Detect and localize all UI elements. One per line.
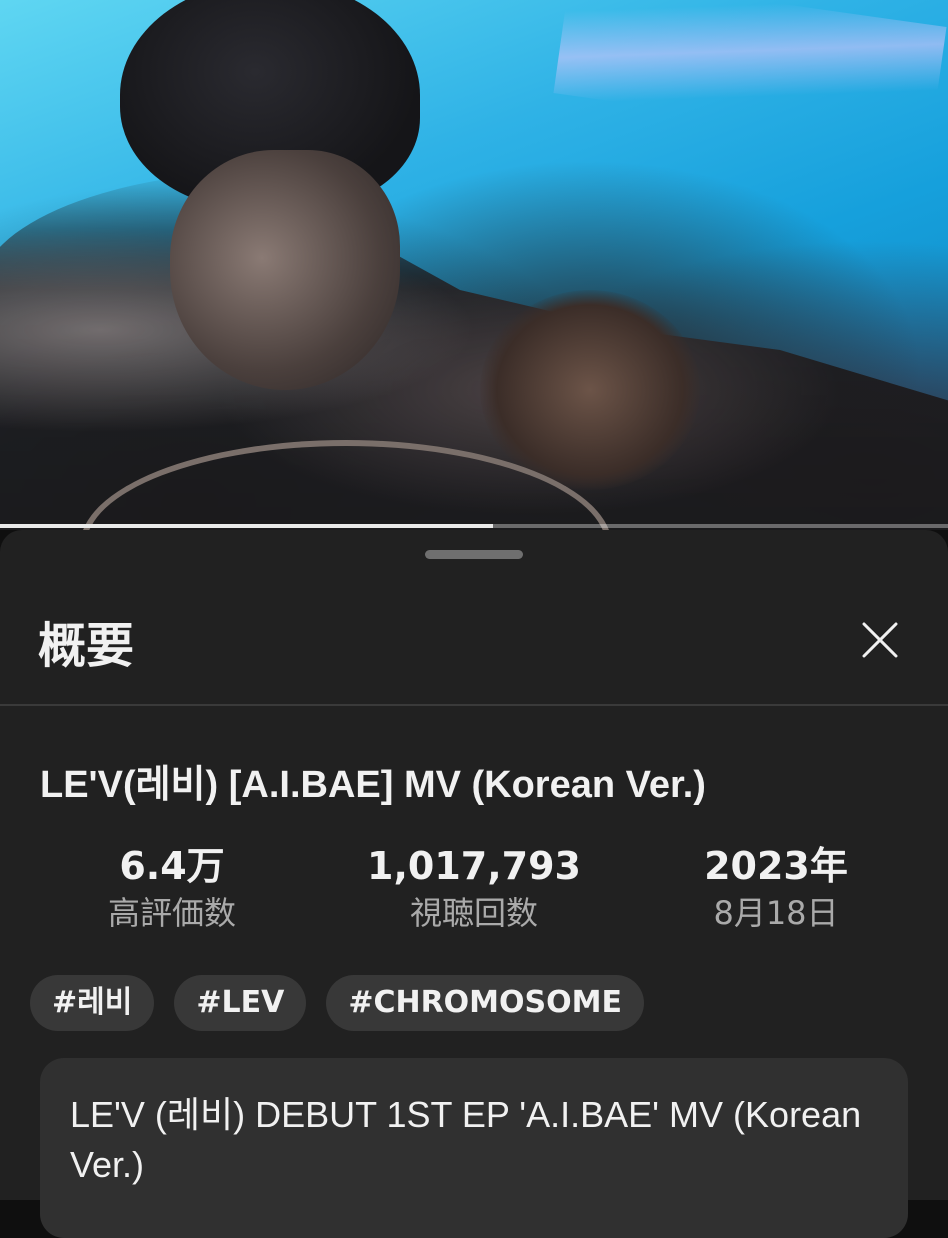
- stat-likes-label: 高評価数: [107, 894, 236, 932]
- video-progress-fill: [0, 524, 493, 528]
- description-card[interactable]: LE'V (레비) DEBUT 1ST EP 'A.I.BAE' MV (Kor…: [40, 1058, 908, 1238]
- description-text: LE'V (레비) DEBUT 1ST EP 'A.I.BAE' MV (Kor…: [70, 1094, 862, 1185]
- stat-date-year: 2023年: [704, 844, 848, 888]
- video-frame-light-flare: [553, 0, 947, 146]
- description-panel: 概要 LE'V(레비) [A.I.BAE] MV (Korean Ver.) 6…: [0, 530, 948, 1238]
- hashtag-chip[interactable]: #레비: [30, 975, 155, 1031]
- video-title: LE'V(레비) [A.I.BAE] MV (Korean Ver.): [40, 764, 706, 806]
- close-icon: [862, 622, 898, 658]
- hashtag-chip[interactable]: #CHROMOSOME: [326, 975, 644, 1031]
- stat-views-value: 1,017,793: [367, 844, 581, 888]
- stat-views: 1,017,793 視聴回数: [354, 842, 594, 936]
- video-progress-bar[interactable]: [0, 524, 948, 528]
- stat-likes-value: 6.4万: [119, 844, 225, 888]
- close-button[interactable]: [858, 618, 902, 662]
- video-frame-second-person: [480, 290, 700, 490]
- hashtag-chip[interactable]: #LEV: [174, 975, 307, 1031]
- drag-handle[interactable]: [425, 550, 523, 559]
- panel-title: 概要: [38, 618, 135, 674]
- hashtag-list: #레비 #LEV #CHROMOSOME: [30, 975, 644, 1031]
- video-frame-face: [170, 150, 400, 390]
- stat-likes: 6.4万 高評価数: [52, 842, 292, 936]
- header-divider: [0, 704, 948, 706]
- stat-date: 2023年 8月18日: [656, 842, 896, 936]
- video-player[interactable]: [0, 0, 948, 530]
- stat-date-day: 8月18日: [713, 894, 839, 932]
- stat-views-label: 視聴回数: [409, 894, 538, 932]
